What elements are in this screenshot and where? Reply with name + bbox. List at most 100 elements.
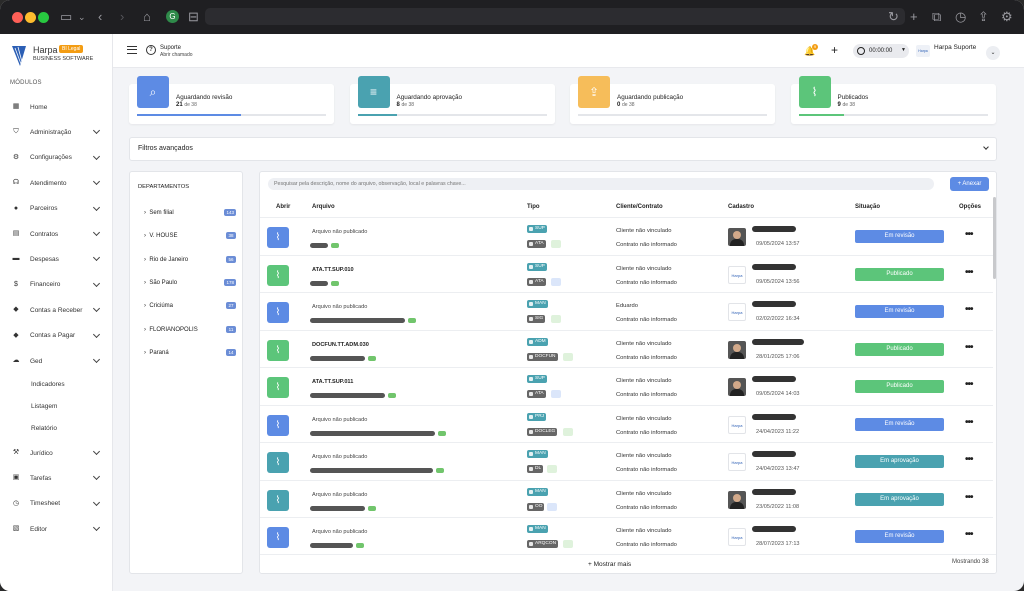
advanced-filters[interactable]: Filtros avançados: [129, 137, 997, 161]
file-name[interactable]: ATA.TT.SUP.011: [312, 379, 353, 385]
paperclip-icon[interactable]: ⌇: [267, 489, 289, 511]
file-name[interactable]: Arquivo não publicado: [312, 492, 367, 498]
status-card[interactable]: ⌕ Aguardando revisão 21 de 38: [129, 76, 334, 124]
chevron-down-icon[interactable]: ⌄: [78, 9, 86, 25]
file-name[interactable]: DOCFUN.TT.ADM.030: [312, 342, 369, 348]
department-item[interactable]: › Paraná 14: [144, 348, 236, 356]
tab-overview-icon[interactable]: ⊟: [188, 9, 199, 25]
attach-button[interactable]: + Anexar: [950, 177, 989, 191]
home-icon[interactable]: ⌂: [143, 9, 151, 25]
help-icon[interactable]: ?: [146, 45, 156, 55]
chevron-down-icon[interactable]: [92, 447, 101, 456]
table-row[interactable]: ⌇ DOCFUN.TT.ADM.030 ADM DOCFUN Cliente não v…: [260, 329, 993, 368]
more-options-icon[interactable]: •••: [965, 230, 973, 240]
chevron-down-icon[interactable]: [92, 473, 101, 481]
show-more-button[interactable]: + Mostrar mais: [588, 561, 631, 568]
table-row[interactable]: ⌇ Arquivo não publicado MAN SIG Eduardo Contr…: [260, 292, 993, 330]
sidebar-item-configura-es[interactable]: ⚙ Configurações: [0, 148, 113, 168]
sidebar-item-timesheet[interactable]: ◷ Timesheet: [0, 494, 113, 514]
department-item[interactable]: › Criciúma 27: [144, 302, 236, 310]
menu-icon[interactable]: [127, 46, 137, 54]
status-badge[interactable]: Em revisão: [855, 230, 944, 243]
sidebar-subitem-listagem[interactable]: Listagem: [31, 403, 57, 410]
chevron-down-icon[interactable]: [92, 254, 101, 262]
sidebar-subitem-indicadores[interactable]: Indicadores: [31, 381, 65, 388]
paperclip-icon[interactable]: ⌇: [267, 452, 289, 473]
more-options-icon[interactable]: •••: [965, 530, 973, 540]
maximize-window-button[interactable]: [38, 12, 49, 23]
paperclip-icon[interactable]: ⌇: [267, 377, 289, 398]
more-options-icon[interactable]: •••: [965, 305, 973, 315]
sidebar-item-editor[interactable]: ▧ Editor: [0, 519, 113, 539]
department-item[interactable]: › Rio de Janeiro 56: [144, 255, 236, 263]
sidebar-item-contratos[interactable]: ▤ Contratos: [0, 224, 113, 244]
tabs-icon[interactable]: ⧉: [932, 9, 941, 25]
paperclip-icon[interactable]: ⌇: [267, 527, 289, 548]
chevron-down-icon[interactable]: [92, 203, 101, 211]
support-subtitle[interactable]: Abrir chamado: [160, 52, 193, 58]
sidebar-item-atendimento[interactable]: ☊ Atendimento: [0, 173, 113, 193]
paperclip-icon[interactable]: ⌇: [267, 264, 289, 286]
sidebar-item-parceiros[interactable]: ● Parceiros: [0, 199, 113, 219]
file-name[interactable]: ATA.TT.SUP.010: [312, 267, 354, 273]
paperclip-icon[interactable]: ⌇: [267, 414, 289, 436]
more-options-icon[interactable]: •••: [965, 417, 973, 428]
user-name[interactable]: Harpa Suporte: [934, 44, 976, 51]
forward-icon[interactable]: ›: [120, 9, 124, 25]
table-row[interactable]: ⌇ Arquivo não publicado MAN DL Cliente não v…: [260, 442, 993, 480]
status-badge[interactable]: Em revisão: [855, 417, 944, 431]
sidebar-item-jur-dico[interactable]: ⚒ Jurídico: [0, 443, 113, 463]
status-card[interactable]: ⌇ Publicados 9 de 38: [790, 76, 996, 124]
chevron-down-icon[interactable]: [92, 178, 101, 186]
file-name[interactable]: Arquivo não publicado: [312, 417, 367, 423]
chevron-down-icon[interactable]: [92, 279, 101, 287]
support-title[interactable]: Suporte: [160, 45, 181, 51]
share-icon[interactable]: ⇪: [978, 9, 989, 25]
status-badge[interactable]: Em revisão: [855, 530, 944, 543]
more-options-icon[interactable]: •••: [965, 455, 973, 465]
sidebar-item-contas-a-receber[interactable]: ◆ Contas a Receber: [0, 300, 113, 320]
status-badge[interactable]: Em aprovação: [855, 455, 944, 468]
department-item[interactable]: › V. HOUSE 38: [144, 232, 236, 240]
sidebar-subitem-relatório[interactable]: Relatório: [31, 425, 57, 432]
sidebar-item-administra-o[interactable]: ⛉ Administração: [0, 122, 113, 142]
close-window-button[interactable]: [12, 12, 23, 23]
extension-icon[interactable]: G: [166, 10, 179, 23]
status-badge[interactable]: Publicado: [855, 342, 944, 356]
chevron-down-icon[interactable]: [92, 355, 101, 364]
add-icon[interactable]: +: [831, 43, 838, 57]
user-menu-button[interactable]: ⌄: [986, 46, 1000, 60]
more-options-icon[interactable]: •••: [965, 267, 973, 278]
status-card[interactable]: ≡ Aguardando aprovação 8 de 38: [349, 76, 555, 124]
sidebar-toggle-icon[interactable]: ▭: [60, 9, 72, 25]
status-badge[interactable]: Publicado: [855, 380, 944, 393]
status-badge[interactable]: Em revisão: [855, 305, 944, 318]
sidebar-item-financeiro[interactable]: $ Financeiro: [0, 275, 113, 295]
file-name[interactable]: Arquivo não publicado: [312, 229, 367, 235]
chevron-down-icon[interactable]: [92, 127, 101, 135]
search-input[interactable]: [268, 178, 934, 190]
new-tab-icon[interactable]: +: [910, 9, 918, 25]
department-item[interactable]: › FLORIANOPOLIS 11: [144, 325, 236, 333]
table-row[interactable]: ⌇ Arquivo não publicado MAN OO Cliente não v…: [260, 479, 993, 518]
sidebar-item-despesas[interactable]: ▬ Despesas: [0, 249, 113, 269]
history-icon[interactable]: ◷: [955, 9, 966, 25]
chevron-down-icon[interactable]: [92, 305, 101, 313]
status-card[interactable]: ⇪ Aguardando publicação 0 de 38: [570, 76, 775, 124]
timer-control[interactable]: 00:00:00 ▼: [853, 44, 909, 58]
scrollbar[interactable]: [993, 197, 996, 279]
table-row[interactable]: ⌇ Arquivo não publicado MAN ARQCON Cliente n…: [260, 517, 993, 555]
sidebar-item-home[interactable]: ▦ Home: [0, 97, 113, 117]
file-name[interactable]: Arquivo não publicado: [312, 529, 367, 535]
table-row[interactable]: ⌇ ATA.TT.SUP.011 SUP ATA Cliente não vincula…: [260, 367, 993, 405]
chevron-down-icon[interactable]: [92, 330, 101, 338]
file-name[interactable]: Arquivo não publicado: [312, 304, 367, 310]
chevron-down-icon[interactable]: [92, 498, 101, 506]
more-options-icon[interactable]: •••: [965, 342, 973, 353]
file-name[interactable]: Arquivo não publicado: [312, 454, 367, 460]
status-badge[interactable]: Publicado: [855, 267, 944, 281]
table-row[interactable]: ⌇ Arquivo não publicado PRJ DOCLEG Cliente n…: [260, 404, 993, 443]
sidebar-item-ged[interactable]: ☁ Ged: [0, 351, 113, 371]
table-row[interactable]: ⌇ Arquivo não publicado SUP ATA Cliente não …: [260, 217, 993, 255]
sidebar-item-tarefas[interactable]: ▣ Tarefas: [0, 468, 113, 488]
